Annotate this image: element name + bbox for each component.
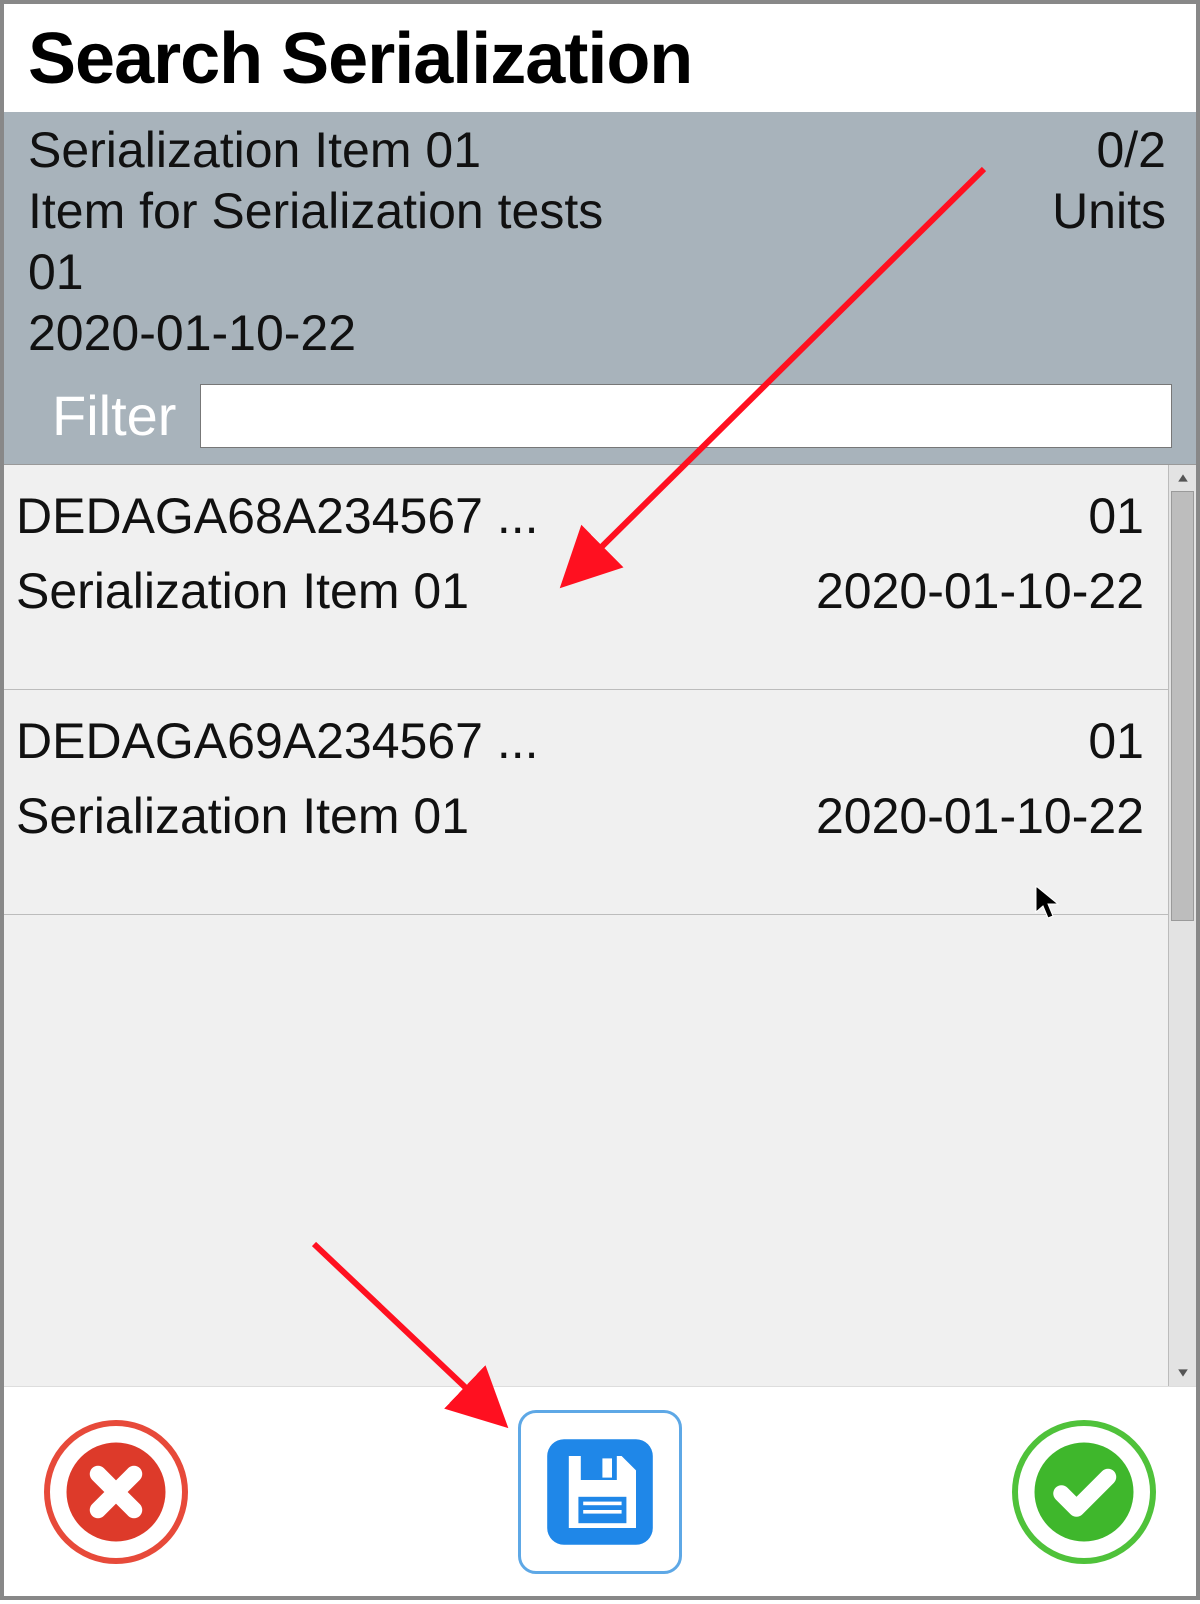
scrollbar[interactable] (1168, 465, 1196, 1386)
filter-row: Filter (28, 364, 1172, 464)
result-serial: DEDAGA68A234567 ... (16, 479, 539, 554)
result-item-name: Serialization Item 01 (16, 554, 469, 629)
scroll-down-arrow-icon[interactable] (1169, 1360, 1196, 1386)
info-count: 0/2 (1096, 120, 1172, 181)
filter-label: Filter (46, 382, 176, 450)
info-uom: Units (1052, 181, 1172, 242)
result-item-name: Serialization Item 01 (16, 779, 469, 854)
result-date: 2020-01-10-22 (816, 779, 1144, 854)
filter-input[interactable] (200, 384, 1172, 448)
results-list: DEDAGA68A234567 ... 01 Serialization Item … (4, 465, 1168, 1386)
results-area: DEDAGA68A234567 ... 01 Serialization Item … (4, 464, 1196, 1386)
result-row[interactable]: DEDAGA69A234567 ... 01 Serialization Item … (4, 690, 1168, 915)
info-date: 2020-01-10-22 (28, 303, 1172, 364)
search-serialization-window: Search Serialization Serialization Item … (0, 0, 1200, 1600)
confirm-button[interactable] (1002, 1410, 1166, 1574)
footer-toolbar (4, 1386, 1196, 1596)
confirm-icon (1009, 1417, 1159, 1567)
scroll-thumb[interactable] (1171, 491, 1194, 921)
result-date: 2020-01-10-22 (816, 554, 1144, 629)
save-icon (540, 1432, 660, 1552)
result-serial: DEDAGA69A234567 ... (16, 704, 539, 779)
cancel-icon (41, 1417, 191, 1567)
info-item-desc: Item for Serialization tests (28, 181, 1052, 242)
result-qty: 01 (1088, 704, 1144, 779)
info-line-code: 01 (28, 242, 1172, 303)
scroll-up-arrow-icon[interactable] (1169, 465, 1196, 491)
save-button[interactable] (518, 1410, 682, 1574)
item-info-panel: Serialization Item 01 0/2 Item for Seria… (4, 112, 1196, 464)
info-item-name: Serialization Item 01 (28, 120, 1096, 181)
result-qty: 01 (1088, 479, 1144, 554)
cancel-button[interactable] (34, 1410, 198, 1574)
page-title: Search Serialization (4, 4, 1196, 112)
result-row[interactable]: DEDAGA68A234567 ... 01 Serialization Item … (4, 465, 1168, 690)
